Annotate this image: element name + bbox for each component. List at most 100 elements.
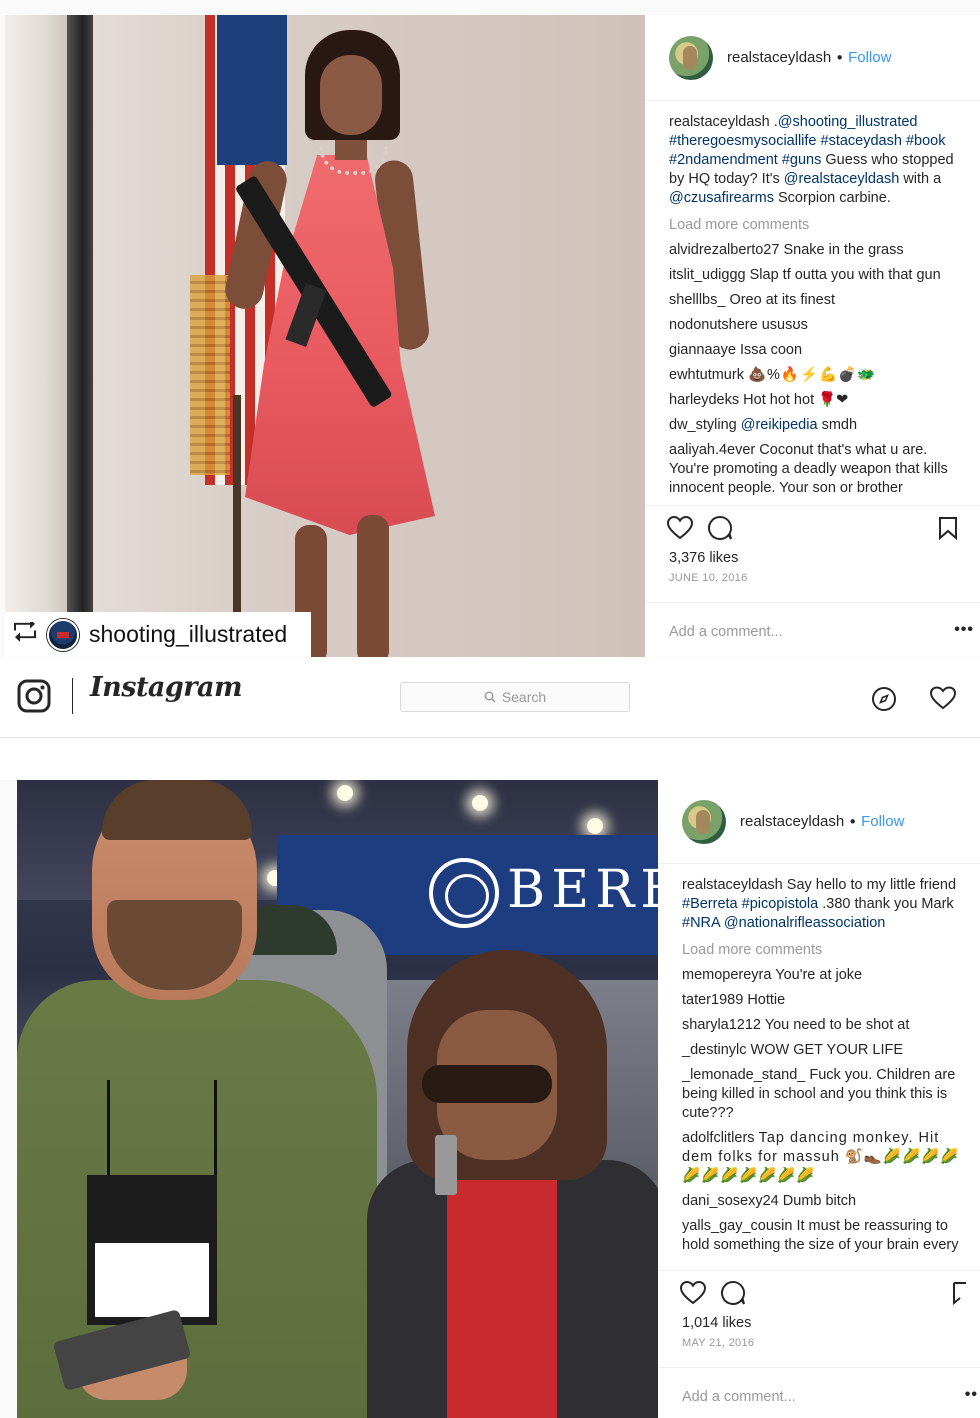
comment-text: Issa coon	[739, 342, 803, 358]
comment-username[interactable]: memopereyra	[682, 967, 771, 983]
avatar[interactable]	[682, 799, 726, 844]
ceiling-light	[472, 795, 488, 811]
flag-fringe	[190, 275, 230, 475]
badge-header	[95, 1183, 209, 1243]
follow-button[interactable]: Follow	[848, 49, 891, 66]
comment-username[interactable]: itslit_udiggg	[669, 267, 746, 283]
like-heart-icon[interactable]	[667, 516, 693, 540]
caption-mention[interactable]: @czusafirearms	[669, 190, 774, 206]
follow-button[interactable]: Follow	[861, 813, 904, 830]
repost-icon	[13, 618, 47, 648]
comment-username[interactable]: yalls_gay_cousin	[682, 1218, 792, 1234]
comment: sharyla1212 You need to be shot at	[682, 1016, 962, 1035]
comment: nodonutshere ususʊѕ	[669, 316, 962, 335]
avatar[interactable]	[669, 35, 713, 80]
comment-username[interactable]: dw_styling	[669, 417, 737, 433]
add-comment-placeholder: Add a comment...	[682, 1388, 796, 1405]
comment-username[interactable]: _destinylc	[682, 1042, 746, 1058]
caption-mention[interactable]: @realstaceyldash	[784, 171, 899, 187]
instagram-camera-icon[interactable]	[17, 679, 51, 713]
post-header: realstaceyldash • Follow	[645, 15, 980, 101]
comment-username[interactable]: aaliyah.4ever	[669, 442, 755, 458]
load-more-comments[interactable]: Load more comments	[682, 941, 962, 960]
action-icons	[658, 1271, 980, 1315]
comment-text: smdh	[821, 417, 858, 433]
caption-hashtags[interactable]: #Berreta #picopistola	[682, 896, 818, 912]
repost-badge[interactable]: shooting_illustrated	[5, 612, 311, 657]
post-date: JUNE 10, 2016	[669, 572, 748, 584]
instagram-wordmark[interactable]: Instagram	[90, 672, 243, 703]
comment-username[interactable]: harleydeks	[669, 392, 739, 408]
add-comment-input[interactable]: Add a comment... ••	[658, 1367, 980, 1418]
caption-mention[interactable]: .@shooting_illustrated	[774, 114, 918, 130]
comment-text: Dumb bitch	[782, 1193, 857, 1209]
comment-text: WOW GET YOUR LIFE	[750, 1042, 904, 1058]
caption-text: .380 thank you Mark	[822, 896, 954, 912]
post-2-photo[interactable]: BERET	[17, 780, 658, 1418]
beretta-logo	[429, 858, 499, 928]
backdrop-curtain	[5, 15, 75, 657]
header-username[interactable]: realstaceyldash	[740, 813, 844, 830]
activity-heart-icon[interactable]	[929, 686, 957, 710]
post-1-sidebar: realstaceyldash • Follow realstaceyldash…	[645, 15, 980, 657]
post-2: BERET realstaceyldash • Follow realstace…	[0, 780, 980, 1418]
add-comment-placeholder: Add a comment...	[669, 623, 783, 640]
man-hair	[102, 780, 252, 840]
comment-username[interactable]: _lemonade_stand_	[682, 1067, 805, 1083]
comment-bubble-icon[interactable]	[720, 1280, 746, 1306]
post-1-photo[interactable]	[5, 15, 645, 657]
add-comment-input[interactable]: Add a comment... •••	[645, 602, 980, 660]
search-placeholder: Search	[501, 689, 547, 705]
comment-username[interactable]: nodonutshere	[669, 317, 758, 333]
explore-compass-icon[interactable]	[871, 686, 897, 712]
comment-username[interactable]: giannaaye	[669, 342, 736, 358]
comment: alvidrezalberto27 Snake in the grass	[669, 241, 962, 260]
load-more-comments[interactable]: Load more comments	[669, 216, 962, 235]
bookmark-icon[interactable]	[952, 1281, 966, 1305]
comment-username[interactable]: ewhtutmurk	[669, 367, 744, 383]
likes-count[interactable]: 1,014 likes	[658, 1315, 980, 1337]
bookmark-icon[interactable]	[938, 516, 958, 540]
caption-username[interactable]: realstaceyldash	[682, 877, 783, 893]
comment-text: Hot hot hot 🌹❤	[743, 392, 849, 408]
post-date: MAY 21, 2016	[682, 1337, 755, 1349]
backdrop-stand	[67, 15, 93, 657]
caption: realstaceyldash .@shooting_illustrated #…	[669, 113, 962, 208]
comment: yalls_gay_cousin It must be reassuring t…	[682, 1217, 962, 1255]
comment: giannaaye Issa coon	[669, 341, 962, 360]
comment: _destinylc WOW GET YOUR LIFE	[682, 1041, 962, 1060]
caption: realstaceyldash Say hello to my little f…	[682, 876, 962, 933]
comment-bubble-icon[interactable]	[707, 515, 733, 541]
search-input[interactable]: Search	[400, 682, 630, 712]
comment-username[interactable]: adolfclitlers	[682, 1130, 755, 1146]
comment-username[interactable]: sharyla1212	[682, 1017, 761, 1033]
comment-username[interactable]: alvidrezalberto27	[669, 242, 779, 258]
comment: adolfclitlers Tap dancing monkey. Hit de…	[682, 1129, 962, 1186]
comment-username[interactable]: tater1989	[682, 992, 743, 1008]
comment: tater1989 Hottie	[682, 991, 962, 1010]
header-separator: •	[848, 812, 858, 831]
comment-username[interactable]: shelllbs_	[669, 292, 725, 308]
likes-count[interactable]: 3,376 likes	[645, 550, 980, 572]
comment-mention[interactable]: @reikipedia	[741, 417, 818, 433]
repost-avatar	[47, 618, 79, 651]
caption-hashtags[interactable]: #NRA @nationalrifleassociation	[682, 915, 885, 931]
comment-text: 💩%🔥⚡💪💣🐲	[747, 367, 877, 383]
caption-text: Say hello to my little friend	[786, 877, 957, 893]
more-options-icon[interactable]: •••	[954, 621, 974, 639]
comment-username[interactable]: dani_sosexy24	[682, 1193, 779, 1209]
caption-username[interactable]: realstaceyldash	[669, 114, 770, 130]
instagram-navbar: Instagram Search	[0, 658, 980, 738]
comment: dw_styling @reikipedia smdh	[669, 416, 962, 435]
search-icon	[484, 691, 496, 703]
comment: harleydeks Hot hot hot 🌹❤	[669, 391, 962, 410]
more-options-icon[interactable]: ••	[965, 1386, 978, 1404]
post-actions: 3,376 likes JUNE 10, 2016 Add a comment.…	[645, 505, 980, 660]
header-username[interactable]: realstaceyldash	[727, 49, 831, 66]
person-leg-right	[357, 515, 389, 657]
person-face	[320, 55, 382, 135]
post-1: shooting_illustrated realstaceyldash • F…	[0, 0, 980, 658]
comment: memopereyra You're at joke	[682, 966, 962, 985]
nav-divider	[72, 678, 73, 714]
like-heart-icon[interactable]	[680, 1281, 706, 1305]
